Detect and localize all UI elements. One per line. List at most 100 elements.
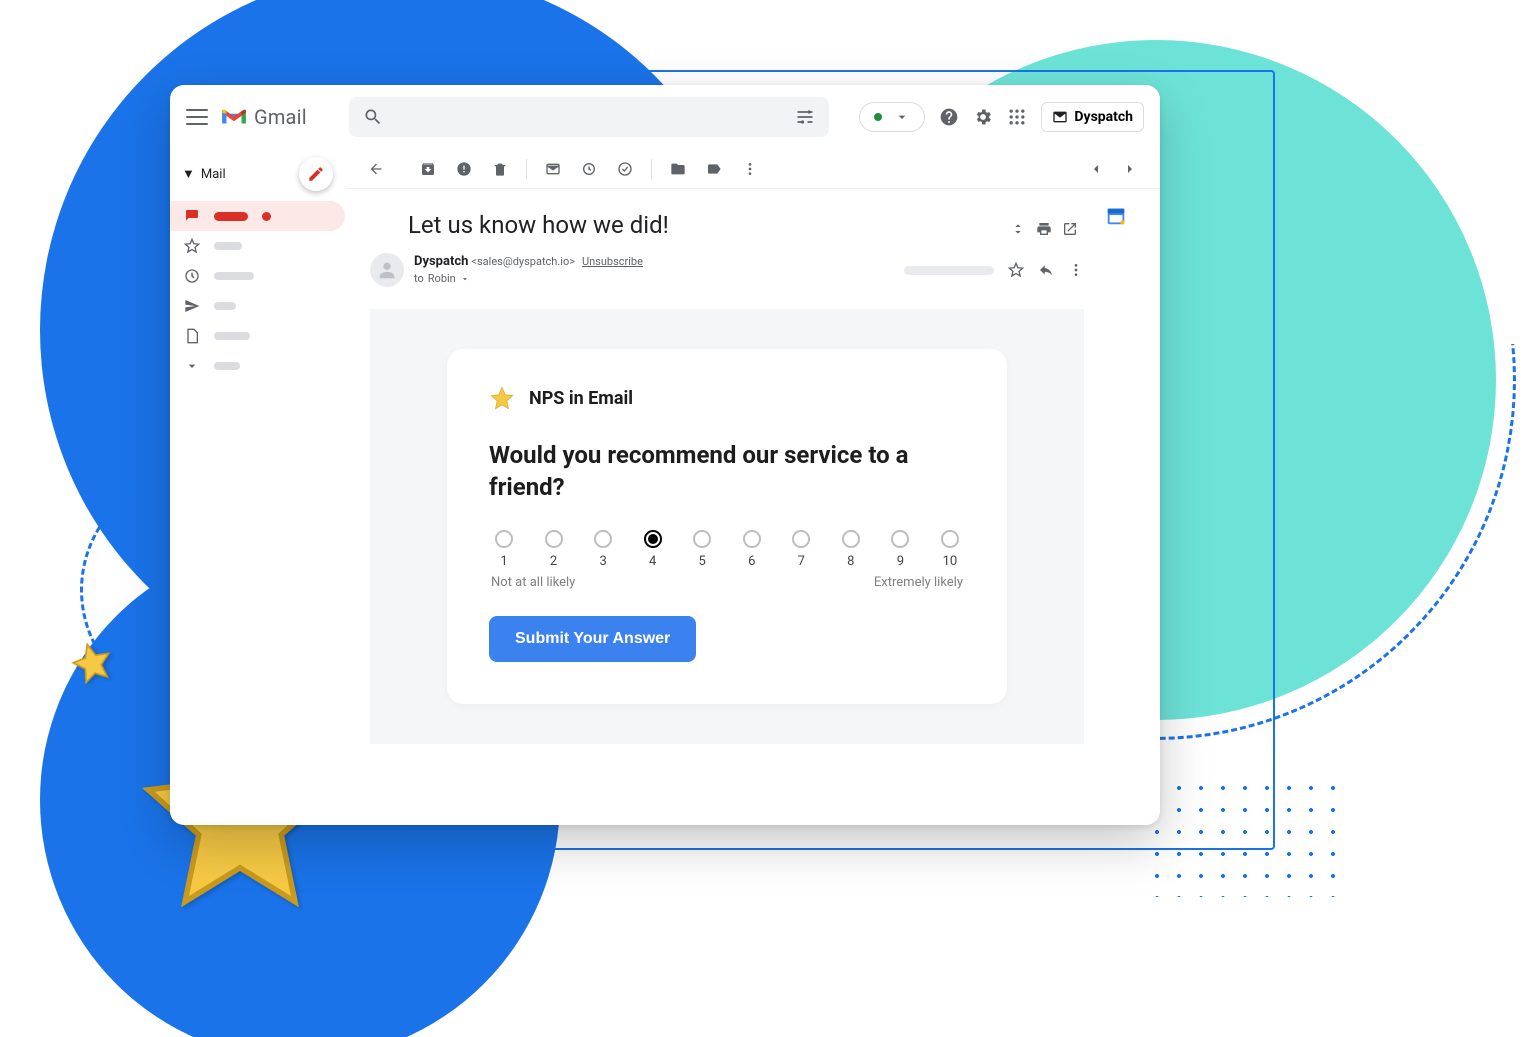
nps-option-9[interactable]: 9 (885, 530, 915, 569)
account-status-chip[interactable] (859, 102, 925, 132)
radio-icon[interactable] (743, 530, 761, 548)
chevron-down-icon[interactable]: ▼ (182, 166, 195, 182)
radio-icon[interactable] (941, 530, 959, 548)
send-icon (184, 298, 200, 314)
radio-icon[interactable] (891, 530, 909, 548)
dyspatch-brand-button[interactable]: Dyspatch (1041, 102, 1144, 132)
nps-scale: 1 2 3 4 56 7 8 9 10 (489, 530, 965, 569)
search-icon (363, 107, 383, 127)
sidebar-item-inbox[interactable] (170, 201, 345, 231)
sidebar-item-snoozed[interactable] (170, 261, 345, 291)
nps-option-4[interactable]: 4 (638, 530, 668, 569)
next-message-button[interactable] (1114, 153, 1146, 185)
sidebar: ▼ Mail (170, 149, 345, 825)
print-icon[interactable] (1036, 221, 1052, 237)
search-options-icon[interactable] (795, 107, 815, 127)
nps-option-label: 9 (897, 554, 904, 569)
nps-option-label: 2 (550, 554, 557, 569)
anchor-high: Extremely likely (874, 575, 963, 590)
settings-gear-icon[interactable] (973, 107, 993, 127)
nps-option-5[interactable]: 5 (687, 530, 717, 569)
prev-message-button[interactable] (1080, 153, 1112, 185)
nps-option-10[interactable]: 10 (935, 530, 965, 569)
nps-option-1[interactable]: 1 (489, 530, 519, 569)
open-new-window-icon[interactable] (1062, 221, 1078, 237)
search-input[interactable] (395, 109, 783, 125)
nps-option-3[interactable]: 3 (588, 530, 618, 569)
spam-button[interactable] (448, 153, 480, 185)
search-bar[interactable] (349, 97, 829, 137)
sidebar-section-label[interactable]: Mail (201, 167, 226, 182)
submit-button[interactable]: Submit Your Answer (489, 616, 696, 662)
help-icon[interactable] (939, 107, 959, 127)
sender-name: Dyspatch (414, 254, 468, 269)
more-vert-icon[interactable] (1068, 262, 1084, 278)
radio-icon[interactable] (545, 530, 563, 548)
delete-button[interactable] (484, 153, 516, 185)
mark-unread-button[interactable] (537, 153, 569, 185)
nps-option-label: 7 (798, 554, 805, 569)
email-subject: Let us know how we did! (370, 205, 669, 253)
expand-icon[interactable] (1010, 221, 1026, 237)
radio-icon[interactable] (792, 530, 810, 548)
to-prefix: to (414, 271, 424, 286)
file-icon (184, 328, 200, 344)
chevron-down-icon[interactable] (460, 274, 470, 284)
labels-button[interactable] (698, 153, 730, 185)
nps-option-label: 4 (649, 554, 656, 569)
gmail-m-icon (220, 106, 248, 128)
email-body: NPS in Email Would you recommend our ser… (370, 309, 1084, 744)
star-outline-icon[interactable] (1008, 262, 1024, 278)
calendar-icon[interactable] (1105, 205, 1127, 227)
topbar: Gmail Dyspatch (170, 85, 1160, 149)
chevron-down-icon (184, 358, 200, 374)
sidebar-item-starred[interactable] (170, 231, 345, 261)
sidebar-item-more[interactable] (170, 351, 345, 381)
main-pane: Let us know how we did! (345, 149, 1160, 825)
nps-option-2[interactable]: 2 (539, 530, 569, 569)
sender-address: <sales@dyspatch.io> (471, 255, 575, 268)
apps-grid-icon[interactable] (1007, 107, 1027, 127)
message-toolbar (346, 149, 1160, 189)
bg-dot-grid (1146, 777, 1336, 897)
nps-card: NPS in Email Would you recommend our ser… (447, 349, 1007, 704)
pencil-icon (307, 165, 325, 183)
radio-icon[interactable] (594, 530, 612, 548)
radio-icon[interactable] (495, 530, 513, 548)
clock-icon (184, 268, 200, 284)
nps-option-6[interactable]: 6 (737, 530, 767, 569)
sender-row: Dyspatch <sales@dyspatch.io> Unsubscribe… (370, 253, 1084, 287)
star-icon (489, 385, 515, 411)
add-task-button[interactable] (609, 153, 641, 185)
radio-icon[interactable] (842, 530, 860, 548)
anchor-low: Not at all likely (491, 575, 575, 590)
sidebar-item-drafts[interactable] (170, 321, 345, 351)
sender-avatar[interactable] (370, 253, 404, 287)
gmail-window: Gmail Dyspatch (170, 85, 1160, 825)
main-menu-button[interactable] (186, 106, 208, 128)
nps-option-label: 3 (599, 554, 606, 569)
more-actions-button[interactable] (734, 153, 766, 185)
unsubscribe-link[interactable]: Unsubscribe (582, 255, 643, 268)
brand-button-label: Dyspatch (1074, 109, 1133, 125)
sidebar-item-sent[interactable] (170, 291, 345, 321)
reply-icon[interactable] (1038, 262, 1054, 278)
radio-icon[interactable] (644, 530, 662, 548)
compose-button[interactable] (299, 157, 333, 191)
timestamp-placeholder (904, 266, 994, 275)
nps-option-label: 10 (943, 554, 958, 569)
archive-button[interactable] (412, 153, 444, 185)
nps-option-label: 8 (847, 554, 854, 569)
back-button[interactable] (360, 153, 392, 185)
nps-question: Would you recommend our service to a fri… (489, 439, 965, 504)
person-icon (376, 259, 398, 281)
inbox-icon (184, 208, 200, 224)
radio-icon[interactable] (693, 530, 711, 548)
nps-option-7[interactable]: 7 (786, 530, 816, 569)
gmail-logo[interactable]: Gmail (220, 105, 307, 129)
chevron-down-icon (894, 109, 910, 125)
addon-rail (1096, 205, 1136, 744)
snooze-button[interactable] (573, 153, 605, 185)
nps-option-8[interactable]: 8 (836, 530, 866, 569)
move-to-button[interactable] (662, 153, 694, 185)
